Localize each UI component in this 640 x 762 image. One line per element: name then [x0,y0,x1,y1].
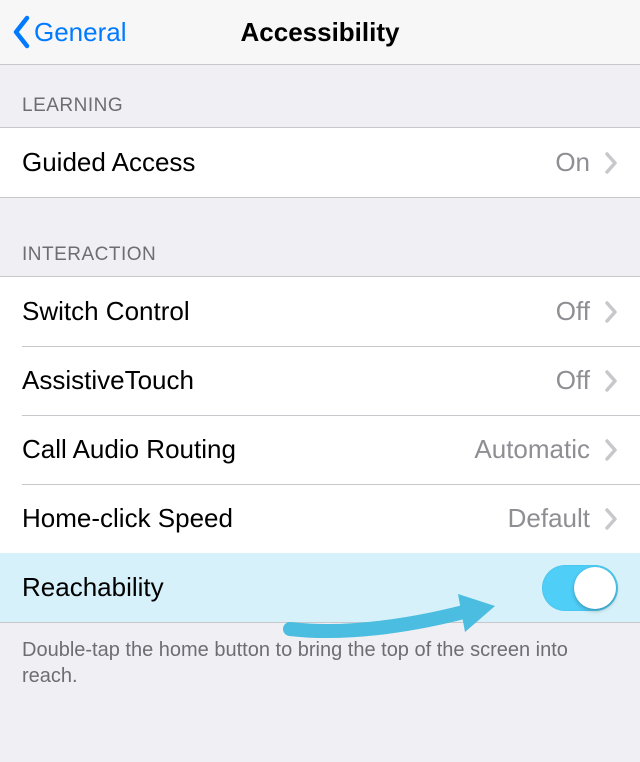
back-label: General [34,17,127,48]
row-reachability[interactable]: Reachability [0,553,640,622]
toggle-knob [574,567,616,609]
row-value: Off [556,296,590,327]
section-interaction: Switch Control Off AssistiveTouch Off Ca… [0,276,640,623]
row-assistivetouch[interactable]: AssistiveTouch Off [0,346,640,415]
back-chevron-icon [10,14,32,50]
row-guided-access[interactable]: Guided Access On [0,128,640,197]
section-footer-interaction: Double-tap the home button to bring the … [0,623,640,703]
back-button[interactable]: General [0,14,127,50]
chevron-right-icon [604,300,618,324]
chevron-right-icon [604,369,618,393]
row-home-click-speed[interactable]: Home-click Speed Default [0,484,640,553]
row-label: Reachability [22,572,542,603]
section-learning: Guided Access On [0,127,640,198]
row-call-audio-routing[interactable]: Call Audio Routing Automatic [0,415,640,484]
row-label: Call Audio Routing [22,434,474,465]
nav-bar: General Accessibility [0,0,640,65]
row-label: Switch Control [22,296,556,327]
row-label: AssistiveTouch [22,365,556,396]
section-header-interaction: INTERACTION [0,198,640,276]
row-value: Off [556,365,590,396]
chevron-right-icon [604,151,618,175]
row-label: Home-click Speed [22,503,508,534]
row-value: On [555,147,590,178]
chevron-right-icon [604,507,618,531]
row-value: Default [508,503,590,534]
chevron-right-icon [604,438,618,462]
section-header-learning: LEARNING [0,65,640,127]
row-label: Guided Access [22,147,555,178]
row-switch-control[interactable]: Switch Control Off [0,277,640,346]
row-value: Automatic [474,434,590,465]
reachability-toggle[interactable] [542,565,618,611]
